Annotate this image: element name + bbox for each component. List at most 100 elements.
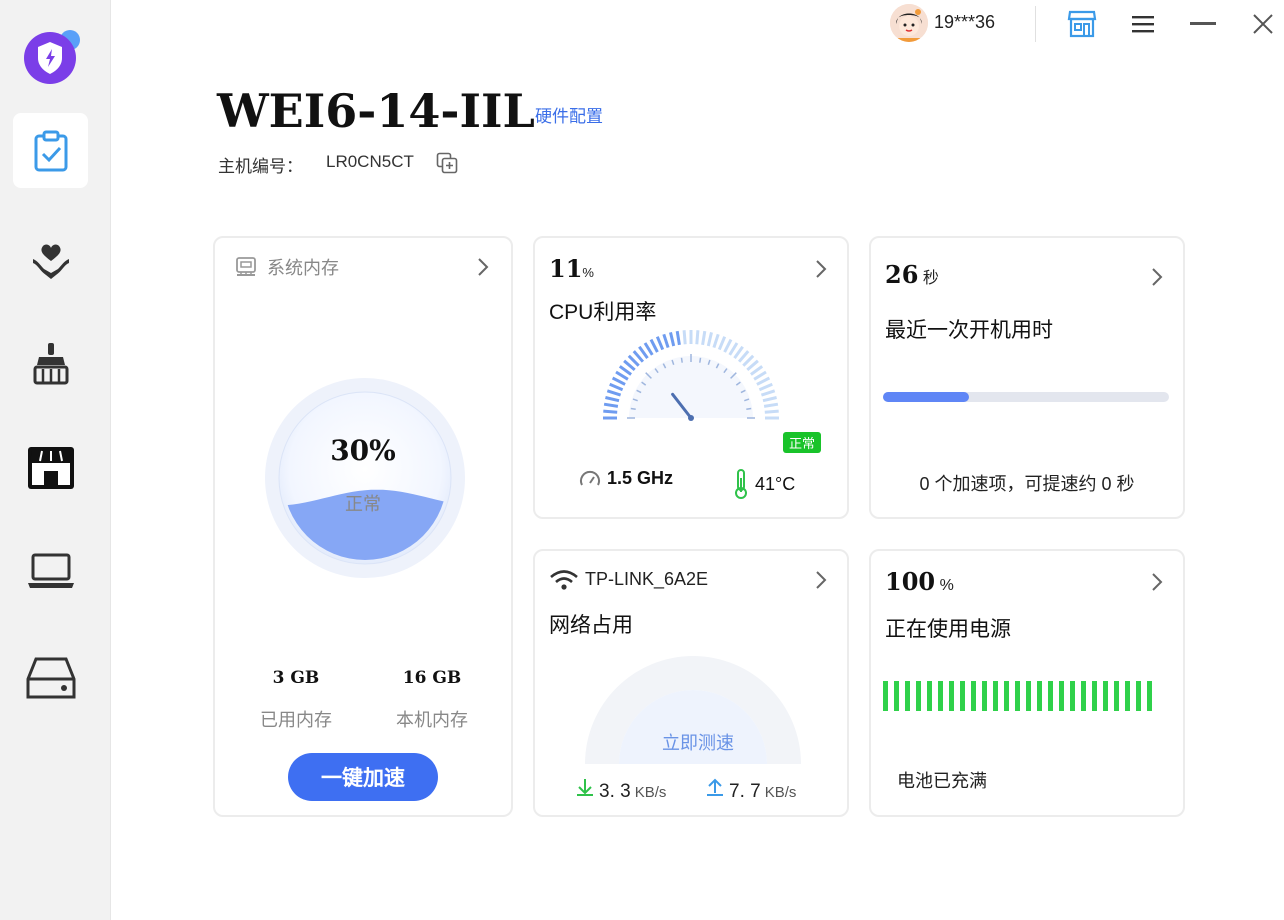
download-speed-value: 3. 3 <box>599 781 631 802</box>
total-memory-label: 本机内存 <box>396 710 468 731</box>
chevron-right-icon[interactable] <box>1149 571 1165 593</box>
cpu-status-badge: 正常 <box>783 432 822 453</box>
sidebar-item-protect[interactable] <box>13 222 88 297</box>
boot-progress-fill <box>883 392 969 402</box>
battery-bar-segment <box>1059 681 1064 711</box>
battery-bar-segment <box>1136 681 1141 711</box>
download-speed-unit: KB/s <box>634 784 667 801</box>
gauge-tick <box>638 345 649 359</box>
gauge-tick <box>643 342 654 356</box>
gauge-tick <box>675 330 681 346</box>
sidebar-item-store[interactable] <box>13 430 88 505</box>
download-speed: 3. 3 KB/s <box>575 777 666 803</box>
cpu-usage: 11% <box>549 254 594 283</box>
gauge-tick <box>728 342 739 356</box>
boot-progress-bar <box>883 392 1169 402</box>
gauge-tick <box>712 333 720 349</box>
sidebar-item-clean[interactable] <box>13 325 88 400</box>
boost-button[interactable]: 一键加速 <box>288 753 438 801</box>
device-name: WEI6-14-IIL <box>217 84 535 138</box>
battery-bar-segment <box>883 681 888 711</box>
close-button[interactable] <box>1245 6 1281 42</box>
battery-level-unit: % <box>939 577 954 594</box>
memory-icon <box>236 257 256 276</box>
cpu-title: CPU利用率 <box>549 301 657 324</box>
gauge-minor-tick <box>630 407 636 410</box>
battery-bar-segment <box>982 681 987 711</box>
gauge-tick <box>706 332 713 347</box>
gauge-tick <box>701 330 707 346</box>
menu-button[interactable] <box>1125 6 1161 42</box>
battery-bar-segment <box>1081 681 1086 711</box>
gauge-minor-tick <box>699 357 702 363</box>
boot-time-unit: 秒 <box>922 270 939 287</box>
cpu-temperature: 41°C <box>733 468 795 500</box>
battery-bar-segment <box>894 681 899 711</box>
battery-bar-segment <box>960 681 965 711</box>
gauge-tick <box>762 396 777 403</box>
minimize-icon <box>1190 22 1216 25</box>
username[interactable]: 19***36 <box>934 12 995 33</box>
gauge-tick <box>649 338 659 353</box>
cpu-temperature-value: 41°C <box>755 473 796 494</box>
app-window: 19***36 WEI6-14-IIL 硬件配置 主机编号： LR0CN5CT … <box>0 0 1284 920</box>
chevron-right-icon[interactable] <box>475 256 491 278</box>
wifi-icon <box>550 570 578 590</box>
chevron-right-icon[interactable] <box>813 569 829 591</box>
gauge-tick <box>603 409 618 414</box>
chevron-right-icon[interactable] <box>1149 266 1165 288</box>
wifi-ssid: TP-LINK_6A2E <box>585 569 709 589</box>
memory-title: 系统内存 <box>267 258 339 279</box>
memory-status: 正常 <box>345 494 381 515</box>
gauge-tick <box>717 336 727 351</box>
cpu-card[interactable]: 11% CPU利用率 正常 1.5 GHz 41°C <box>533 236 849 519</box>
memory-card[interactable]: 系统内存 30% 正常 3 GB 16 GB 已用内存 本机内存 一键加速 <box>213 236 513 817</box>
sidebar-item-checkup[interactable] <box>13 113 88 188</box>
cpu-frequency-value: 1.5 GHz <box>607 468 674 488</box>
cpu-usage-value: 11 <box>549 254 583 283</box>
gauge-tick <box>733 345 744 359</box>
network-card[interactable]: TP-LINK_6A2E 网络占用 立即测速 3. 3 KB/s 7. 7 KB… <box>533 549 849 817</box>
boot-time-card[interactable]: 26 秒 最近一次开机用时 0 个加速项，可提速约 0 秒 <box>869 236 1185 519</box>
gauge-tick <box>605 396 620 403</box>
battery-bar-segment <box>1103 681 1108 711</box>
copy-icon[interactable] <box>436 152 458 174</box>
battery-bar-segment <box>905 681 910 711</box>
cpu-usage-unit: % <box>582 265 594 280</box>
gauge-tick <box>753 370 767 381</box>
boot-time: 26 秒 <box>885 260 939 289</box>
boot-time-value: 26 <box>885 260 919 289</box>
sidebar-item-device[interactable] <box>13 533 88 608</box>
store-button[interactable] <box>1064 6 1100 42</box>
gauge-tick <box>723 338 733 353</box>
minimize-button[interactable] <box>1185 6 1221 42</box>
gauge-tick <box>758 382 773 392</box>
battery-bar-segment <box>1125 681 1130 711</box>
store-icon <box>1067 10 1097 38</box>
power-title: 正在使用电源 <box>885 618 1011 641</box>
avatar[interactable] <box>890 4 928 42</box>
gauge-tick <box>609 382 624 392</box>
battery-bar-segment <box>916 681 921 711</box>
battery-bar-segment <box>1048 681 1053 711</box>
memory-percent: 30% <box>330 434 396 467</box>
hardware-config-link[interactable]: 硬件配置 <box>535 102 603 127</box>
gauge-tick <box>662 333 670 349</box>
chevron-right-icon[interactable] <box>813 258 829 280</box>
sidebar-item-disk[interactable] <box>13 640 88 715</box>
host-id-label: 主机编号： <box>218 157 303 176</box>
network-title: 网络占用 <box>549 614 633 637</box>
battery-bar-segment <box>938 681 943 711</box>
battery-bar-segment <box>1015 681 1020 711</box>
battery-bar-segment <box>1147 681 1152 711</box>
app-logo-icon <box>22 28 82 88</box>
checklist-icon <box>34 130 67 171</box>
power-card[interactable]: 100 % 正在使用电源 电池已充满 <box>869 549 1185 817</box>
host-id-value: LR0CN5CT <box>326 152 414 171</box>
upload-speed-unit: KB/s <box>764 784 797 801</box>
download-arrow-icon <box>577 779 593 796</box>
used-memory-value: 3 GB <box>272 668 320 688</box>
speedometer-icon <box>580 470 600 485</box>
speed-test-button[interactable]: 立即测速 <box>638 729 758 755</box>
boot-note: 0 个加速项，可提速约 0 秒 <box>919 474 1135 494</box>
